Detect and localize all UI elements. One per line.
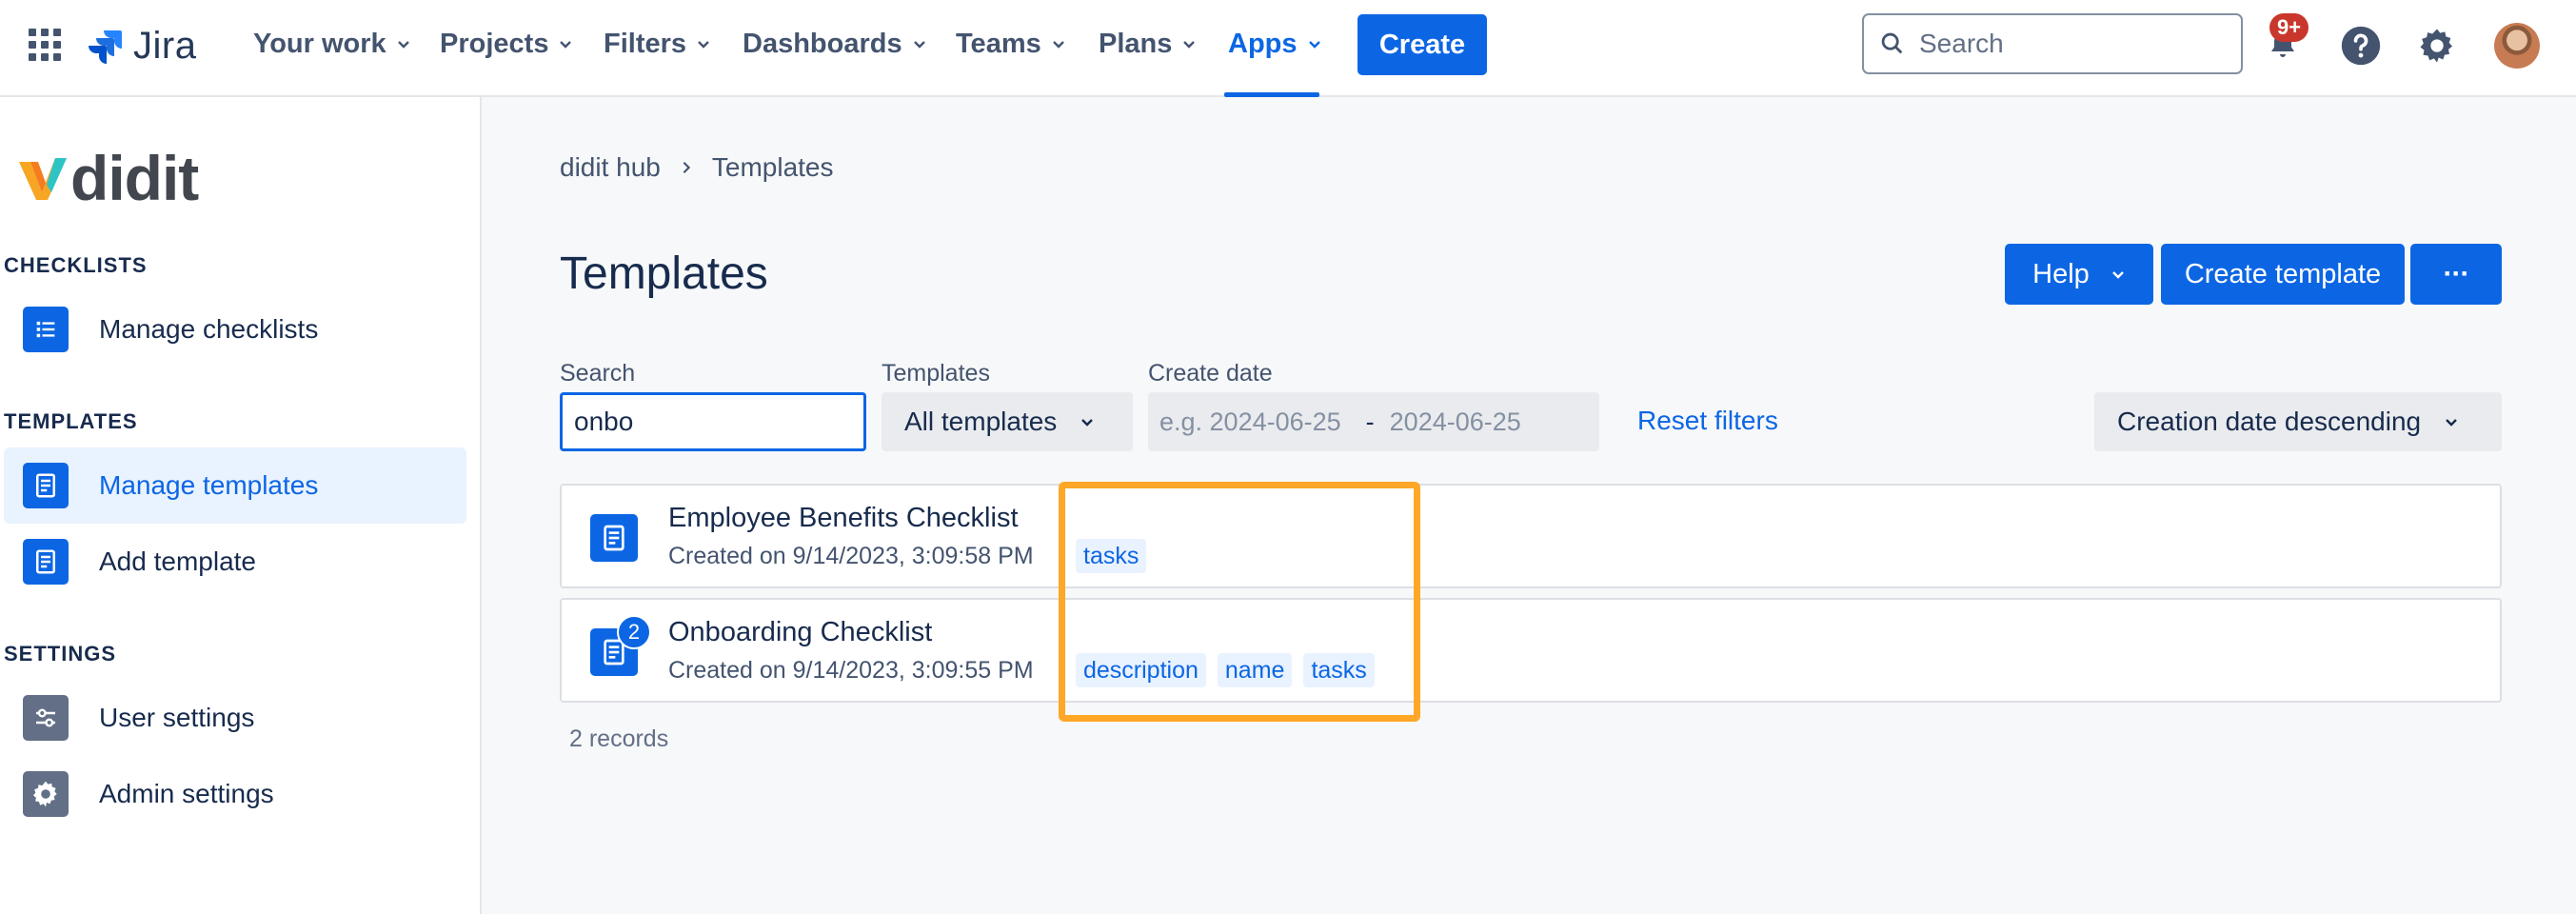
templates-filter-select[interactable]: All templates	[882, 392, 1133, 451]
jira-logo[interactable]: Jira	[86, 23, 196, 69]
template-created: Created on 9/14/2023, 3:09:58 PM	[668, 543, 1034, 569]
global-search[interactable]	[1862, 13, 2243, 74]
jira-logo-icon	[89, 30, 122, 64]
nav-dashboards[interactable]: Dashboards	[743, 25, 927, 63]
template-icon	[23, 539, 69, 585]
create-date-range: e.g. 2024-06-25 - 2024-06-25	[1148, 392, 1599, 451]
nav-projects[interactable]: Projects	[440, 25, 573, 63]
sidebar-item-label: Manage checklists	[99, 314, 319, 344]
date-from-input[interactable]: e.g. 2024-06-25	[1159, 407, 1341, 437]
create-button[interactable]: Create	[1357, 14, 1487, 75]
search-field-label: Search	[560, 360, 636, 387]
breadcrumb-item-templates[interactable]: Templates	[712, 152, 834, 183]
nav-label: Projects	[440, 28, 549, 59]
help-icon	[2341, 26, 2381, 66]
section-title-checklists: CHECKLISTS	[4, 253, 148, 277]
template-row[interactable]: 2 Onboarding Checklist Created on 9/14/2…	[560, 598, 2502, 703]
templates-filter-label: Templates	[882, 360, 990, 387]
template-icon	[23, 463, 69, 508]
create-template-label: Create template	[2184, 258, 2382, 289]
page-title: Templates	[560, 248, 768, 299]
breadcrumb-item-hub[interactable]: didit hub	[560, 152, 661, 183]
sidebar-item-label: Add template	[99, 546, 256, 576]
chevron-right-icon	[683, 162, 690, 173]
templates-filter-value: All templates	[904, 407, 1058, 436]
didit-logo[interactable]: didit	[17, 143, 199, 213]
settings-button[interactable]	[2416, 25, 2458, 67]
more-actions-button[interactable]: ···	[2410, 244, 2502, 305]
template-search-input[interactable]	[560, 392, 866, 451]
nav-your-work[interactable]: Your work	[253, 25, 411, 63]
sidebar-item-manage-templates[interactable]: Manage templates	[4, 447, 466, 524]
template-created: Created on 9/14/2023, 3:09:55 PM	[668, 657, 1034, 684]
section-title-templates: TEMPLATES	[4, 409, 138, 433]
record-count: 2 records	[569, 725, 669, 752]
nav-label: Teams	[956, 28, 1041, 59]
chevron-down-icon	[2111, 271, 2124, 279]
chevron-down-icon	[1081, 419, 1094, 427]
chevron-down-icon	[1052, 41, 1064, 49]
nav-label: Your work	[253, 28, 386, 59]
section-title-settings: SETTINGS	[4, 642, 117, 666]
app-name: Jira	[133, 24, 197, 67]
template-row[interactable]: Employee Benefits Checklist Created on 9…	[560, 484, 2502, 588]
brand-name: didit	[70, 143, 199, 213]
breadcrumb: didit hub Templates	[560, 152, 834, 183]
version-count-badge: 2	[617, 615, 651, 649]
app-switcher-icon[interactable]	[29, 29, 61, 61]
sidebar-item-label: Manage templates	[99, 470, 319, 500]
sidebar-item-user-settings[interactable]: User settings	[4, 680, 466, 756]
sidebar-item-add-template[interactable]: Add template	[4, 524, 466, 600]
chevron-down-icon	[913, 41, 925, 49]
didit-logo-icon	[19, 158, 67, 200]
chevron-down-icon	[2446, 419, 2457, 427]
help-button-label: Help	[2032, 258, 2090, 289]
chevron-down-icon	[1183, 41, 1196, 49]
template-icon	[590, 514, 638, 562]
sidebar: didit CHECKLISTS Manage checklists TEMPL…	[0, 97, 482, 914]
sidebar-item-admin-settings[interactable]: Admin settings	[4, 756, 466, 832]
sidebar-item-label: User settings	[99, 703, 255, 732]
search-icon	[1881, 32, 1903, 54]
sort-select[interactable]: Creation date descending	[2094, 392, 2502, 451]
template-name[interactable]: Onboarding Checklist	[668, 617, 932, 648]
chevron-down-icon	[698, 41, 709, 49]
nav-label: Filters	[604, 28, 687, 59]
nav-label: Apps	[1228, 28, 1298, 59]
chevron-down-icon	[560, 41, 572, 49]
reset-filters-link[interactable]: Reset filters	[1637, 406, 1778, 436]
sliders-icon	[23, 695, 69, 741]
chevron-down-icon	[397, 41, 409, 49]
sidebar-item-label: Admin settings	[99, 779, 274, 808]
nav-apps[interactable]: Apps	[1228, 25, 1322, 63]
nav-plans[interactable]: Plans	[1099, 25, 1197, 63]
create-date-label: Create date	[1148, 360, 1273, 387]
sort-value: Creation date descending	[2117, 407, 2422, 436]
avatar[interactable]	[2494, 23, 2540, 69]
top-navigation: Jira Your work Projects Filters Dashboar…	[0, 0, 2576, 97]
template-name[interactable]: Employee Benefits Checklist	[668, 503, 1019, 534]
highlight-annotation-box	[1059, 482, 1420, 722]
gear-icon	[2420, 29, 2452, 63]
help-dropdown-button[interactable]: Help	[2005, 244, 2153, 305]
date-separator: -	[1365, 407, 1375, 436]
nav-label: Dashboards	[743, 28, 902, 59]
chevron-down-icon	[1308, 41, 1320, 49]
nav-teams[interactable]: Teams	[956, 25, 1066, 63]
create-template-button[interactable]: Create template	[2161, 244, 2405, 305]
nav-label: Plans	[1099, 28, 1173, 59]
nav-filters[interactable]: Filters	[604, 25, 711, 63]
gear-icon	[23, 771, 69, 817]
help-button[interactable]	[2340, 25, 2382, 67]
date-to-input[interactable]: 2024-06-25	[1390, 407, 1521, 437]
active-nav-indicator	[1224, 92, 1319, 97]
more-icon: ···	[2443, 258, 2470, 289]
list-icon	[23, 307, 69, 352]
notification-badge: 9+	[2269, 13, 2309, 42]
sidebar-item-manage-checklists[interactable]: Manage checklists	[4, 291, 466, 368]
global-search-input[interactable]	[1919, 29, 2224, 59]
